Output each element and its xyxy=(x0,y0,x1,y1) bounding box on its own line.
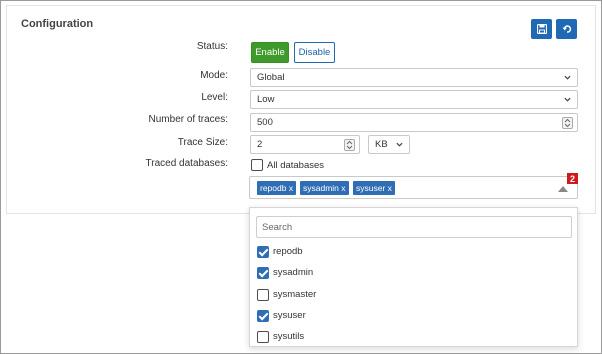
search-input[interactable] xyxy=(256,216,572,238)
list-item[interactable]: sysuser xyxy=(250,306,577,327)
all-databases-checkbox[interactable] xyxy=(251,159,263,171)
option-label: sysutils xyxy=(273,331,305,342)
list-item[interactable]: sysutils xyxy=(250,327,577,348)
selection-count-badge: 2 xyxy=(567,173,578,184)
option-checkbox[interactable] xyxy=(257,331,269,343)
traces-input[interactable]: 500 xyxy=(250,113,578,132)
mode-label: Mode: xyxy=(200,70,228,81)
selected-tag[interactable]: sysuser x xyxy=(353,181,395,195)
databases-multiselect[interactable]: repodb x sysadmin x sysuser x xyxy=(249,176,578,199)
stepper-arrows-icon xyxy=(346,140,353,150)
option-checkbox[interactable] xyxy=(257,267,269,279)
trace-size-unit-select[interactable]: KB xyxy=(368,135,410,154)
trace-size-value: 2 xyxy=(257,139,263,150)
trace-size-label: Trace Size: xyxy=(177,137,228,148)
undo-icon xyxy=(562,25,571,33)
status-label: Status: xyxy=(196,41,228,52)
chevron-down-icon xyxy=(396,142,403,147)
stepper-arrows-icon xyxy=(564,118,571,128)
traces-label: Number of traces: xyxy=(148,114,228,125)
chevron-down-icon xyxy=(564,97,571,102)
traces-value: 500 xyxy=(257,117,273,128)
selected-tag[interactable]: sysadmin x xyxy=(300,181,349,195)
level-select[interactable]: Low xyxy=(250,90,578,109)
trace-size-stepper[interactable] xyxy=(344,139,355,151)
option-label: sysadmin xyxy=(273,267,314,278)
option-label: sysuser xyxy=(273,310,306,321)
caret-up-icon[interactable] xyxy=(558,186,568,192)
level-value: Low xyxy=(257,94,275,105)
level-label: Level: xyxy=(201,92,228,103)
trace-size-input[interactable]: 2 xyxy=(250,135,360,154)
databases-label: Traced databases: xyxy=(145,158,228,169)
list-item[interactable]: sysadmin xyxy=(250,263,577,284)
reset-button[interactable] xyxy=(556,19,577,39)
traces-stepper[interactable] xyxy=(562,117,573,129)
option-checkbox[interactable] xyxy=(257,246,269,258)
option-checkbox[interactable] xyxy=(257,310,269,322)
list-item[interactable]: sysmaster xyxy=(250,285,577,306)
option-label: sysmaster xyxy=(273,289,317,300)
disable-button[interactable]: Disable xyxy=(294,42,335,63)
databases-dropdown: repodb sysadmin sysmaster sysuser sysuti… xyxy=(249,207,578,347)
enable-button[interactable]: Enable xyxy=(251,42,289,63)
save-icon xyxy=(536,24,547,34)
panel-title: Configuration xyxy=(21,18,94,30)
mode-value: Global xyxy=(257,72,285,83)
option-checkbox[interactable] xyxy=(257,289,269,301)
trace-size-unit: KB xyxy=(375,139,388,150)
selected-tag[interactable]: repodb x xyxy=(257,181,297,195)
option-label: repodb xyxy=(273,246,303,257)
save-button[interactable] xyxy=(531,19,552,39)
mode-select[interactable]: Global xyxy=(250,68,578,87)
chevron-down-icon xyxy=(564,75,571,80)
all-databases-label: All databases xyxy=(267,160,325,171)
list-item[interactable]: repodb xyxy=(250,242,577,263)
